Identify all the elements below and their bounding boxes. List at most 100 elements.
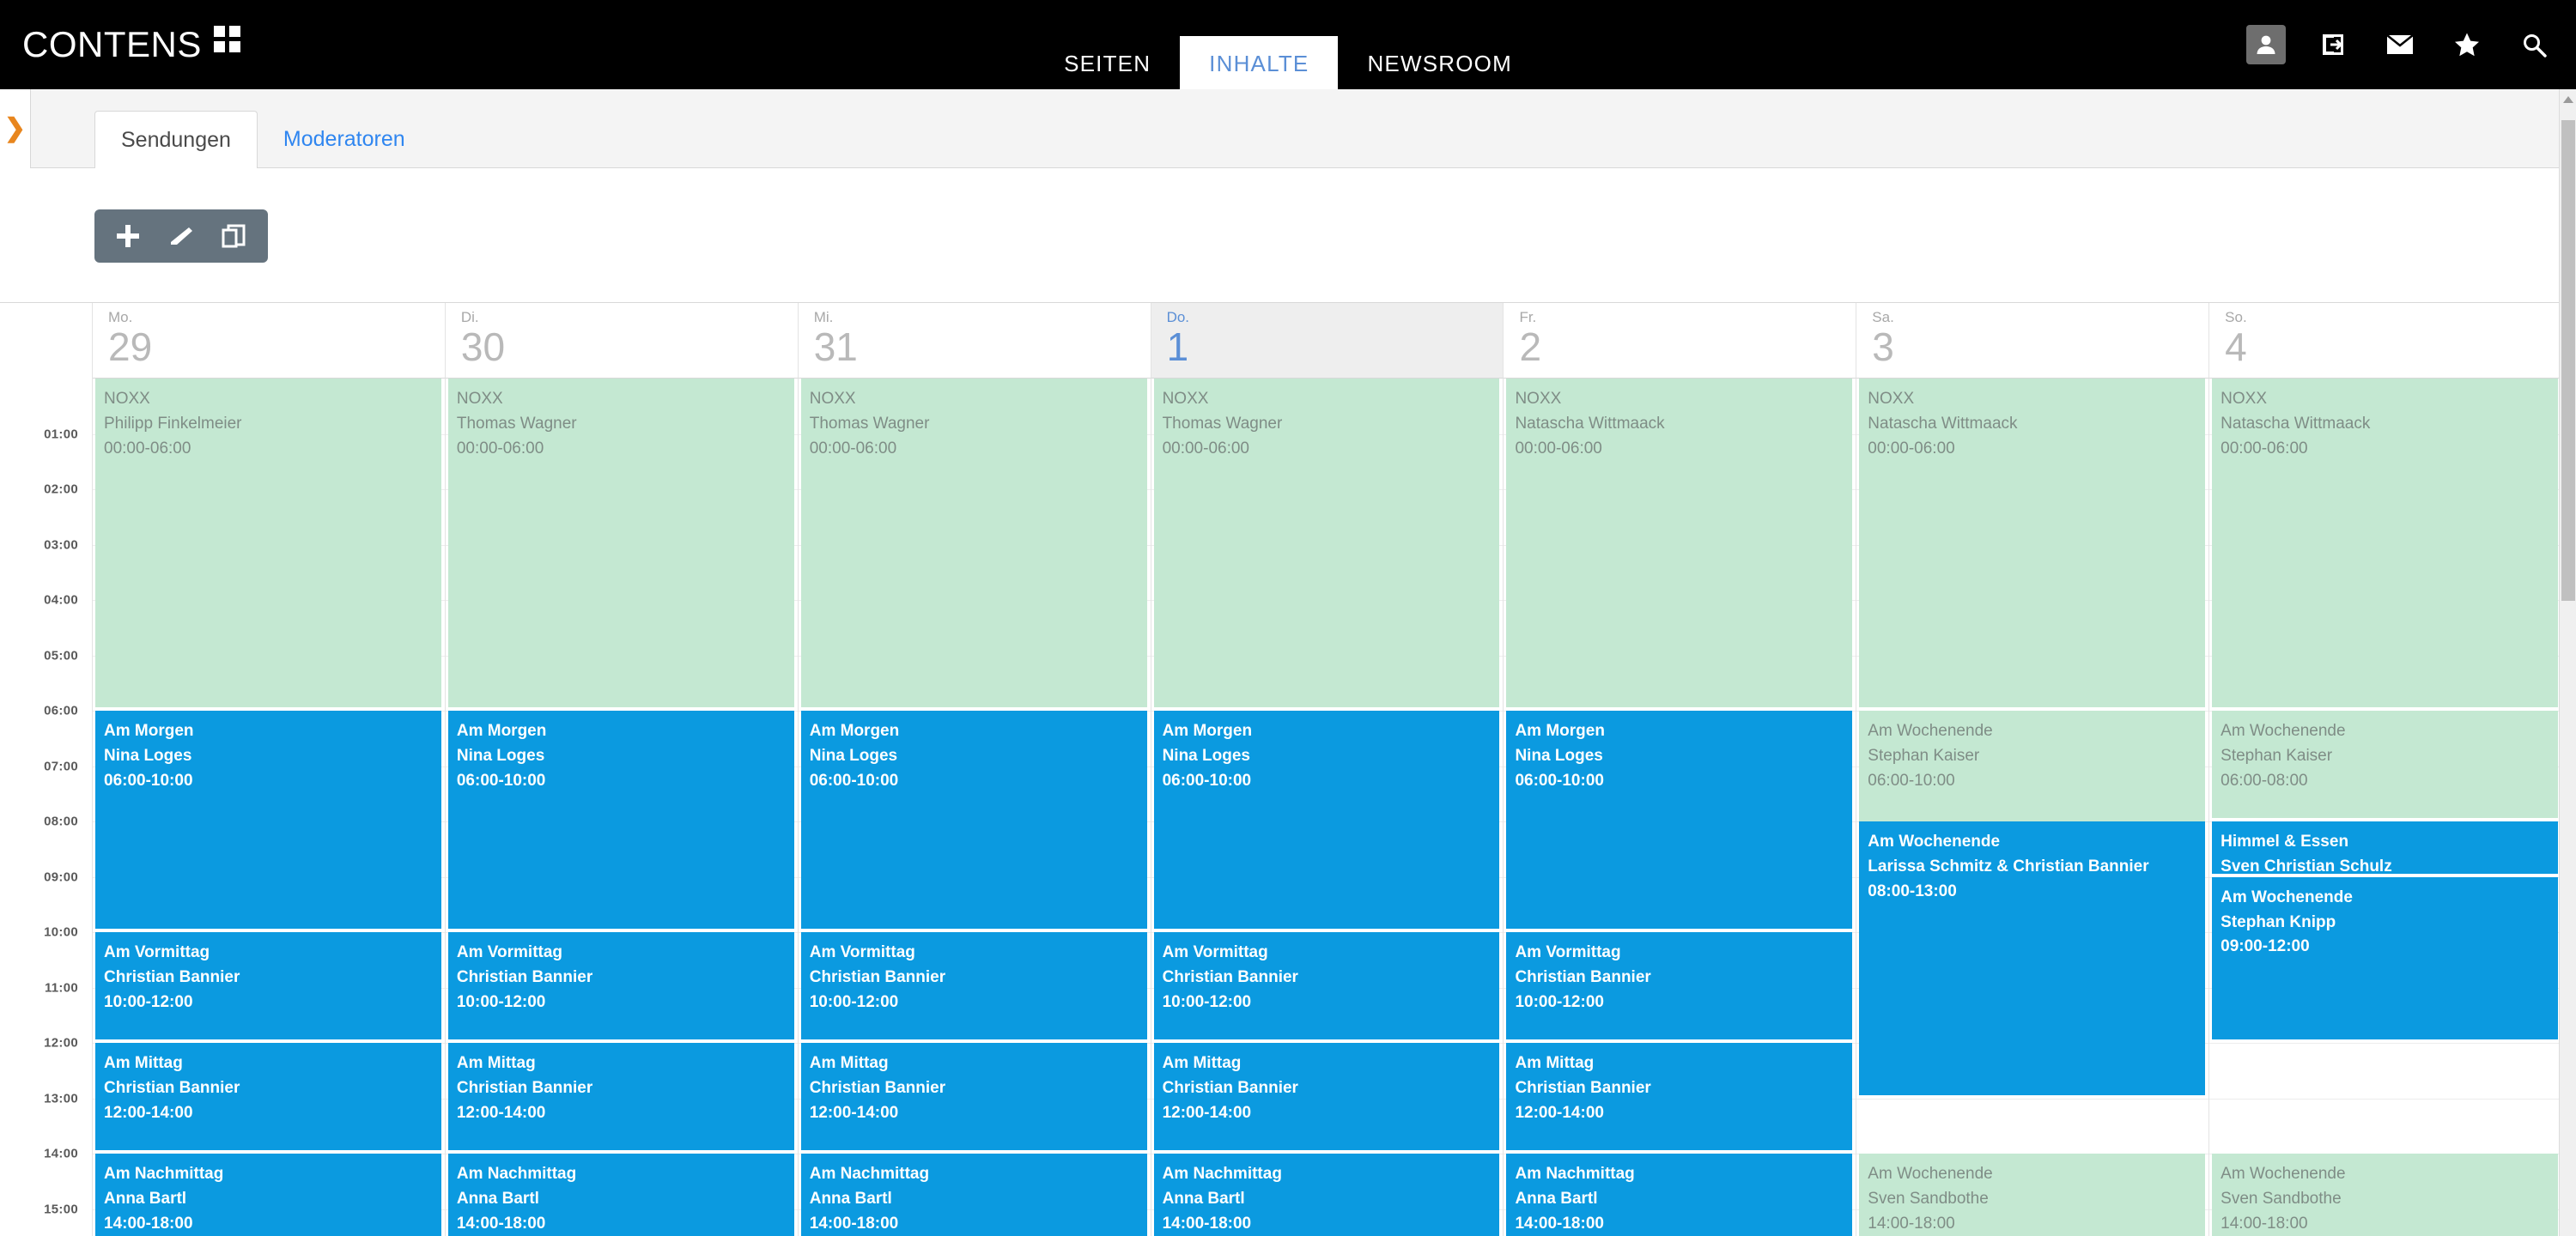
- calendar-event[interactable]: NOXXThomas Wagner00:00-06:00: [801, 379, 1147, 707]
- event-person: Thomas Wagner: [1163, 412, 1500, 437]
- calendar-event[interactable]: Am WochenendeLarissa Schmitz & Christian…: [1859, 821, 2205, 1095]
- calendar-event[interactable]: Am MittagChristian Bannier12:00-14:00: [1506, 1043, 1852, 1150]
- hour-label: 10:00: [44, 925, 78, 940]
- calendar-event[interactable]: Am NachmittagAnna Bartl14:00-18:00: [1154, 1154, 1500, 1236]
- calendar-event[interactable]: Am MittagChristian Bannier12:00-14:00: [448, 1043, 794, 1150]
- day-number: 4: [2225, 326, 2561, 367]
- scrollbar-thumb[interactable]: [2561, 120, 2575, 601]
- calendar-body: 01:0002:0003:0004:0005:0006:0007:0008:00…: [0, 379, 2562, 1236]
- day-header-30[interactable]: Di.30: [446, 303, 799, 379]
- event-title: Am Nachmittag: [457, 1162, 794, 1187]
- mail-icon[interactable]: [2380, 25, 2420, 64]
- calendar-event[interactable]: Am MittagChristian Bannier12:00-14:00: [95, 1043, 441, 1150]
- event-person: Anna Bartl: [1163, 1187, 1500, 1212]
- brand-logo[interactable]: CONTENS: [22, 26, 240, 64]
- action-button-group: [94, 209, 268, 263]
- day-column-29[interactable]: NOXXPhilipp Finkelmeier00:00-06:00Am Mor…: [93, 379, 446, 1236]
- calendar-event[interactable]: Am MorgenNina Loges06:00-10:00: [801, 711, 1147, 929]
- erase-button[interactable]: [156, 211, 206, 261]
- day-number: 3: [1872, 326, 2208, 367]
- day-header-3[interactable]: Sa.3: [1856, 303, 2209, 379]
- calendar-event[interactable]: Am MorgenNina Loges06:00-10:00: [1506, 711, 1852, 929]
- calendar-event[interactable]: NOXXThomas Wagner00:00-06:00: [1154, 379, 1500, 707]
- calendar-event[interactable]: NOXXPhilipp Finkelmeier00:00-06:00: [95, 379, 441, 707]
- user-icon[interactable]: [2246, 25, 2286, 64]
- scroll-up-arrow[interactable]: [2563, 96, 2573, 103]
- event-person: Sven Sandbothe: [1868, 1187, 2205, 1212]
- day-column-2[interactable]: NOXXNatascha Wittmaack00:00-06:00Am Morg…: [1504, 379, 1856, 1236]
- event-time: 14:00-18:00: [1163, 1212, 1500, 1236]
- calendar-event[interactable]: Am VormittagChristian Bannier10:00-12:00: [448, 932, 794, 1039]
- hour-label: 11:00: [45, 980, 78, 995]
- day-column-3[interactable]: NOXXNatascha Wittmaack00:00-06:00 Am Woch…: [1856, 379, 2209, 1236]
- day-header-4[interactable]: So.4: [2209, 303, 2562, 379]
- event-title: Am Morgen: [1515, 719, 1852, 744]
- main-tab-inhalte[interactable]: INHALTE: [1180, 36, 1338, 89]
- event-time: 00:00-06:00: [1515, 437, 1852, 462]
- calendar-event[interactable]: NOXXNatascha Wittmaack00:00-06:00: [1506, 379, 1852, 707]
- calendar-event[interactable]: Am VormittagChristian Bannier10:00-12:00: [1506, 932, 1852, 1039]
- calendar-event[interactable]: Am VormittagChristian Bannier10:00-12:00: [1154, 932, 1500, 1039]
- event-time: 00:00-06:00: [810, 437, 1147, 462]
- day-number: 2: [1519, 326, 1856, 367]
- calendar-event[interactable]: Am MorgenNina Loges06:00-10:00: [95, 711, 441, 929]
- hour-label: 05:00: [44, 648, 78, 663]
- calendar-event[interactable]: Am MittagChristian Bannier12:00-14:00: [801, 1043, 1147, 1150]
- event-person: Natascha Wittmaack: [2221, 412, 2558, 437]
- event-time: 09:00-12:00: [2221, 935, 2558, 960]
- calendar-event[interactable]: Am NachmittagAnna Bartl14:00-18:00: [95, 1154, 441, 1236]
- event-title: Am Vormittag: [1515, 941, 1852, 966]
- day-weekday: Di.: [461, 310, 798, 326]
- day-header-2[interactable]: Fr.2: [1504, 303, 1856, 379]
- calendar-event[interactable]: Am VormittagChristian Bannier10:00-12:00: [95, 932, 441, 1039]
- day-column-4[interactable]: NOXXNatascha Wittmaack00:00-06:00Am Woch…: [2209, 379, 2562, 1236]
- calendar-event[interactable]: Am WochenendeSven Sandbothe14:00-18:00: [2212, 1154, 2558, 1236]
- event-title: NOXX: [104, 387, 441, 412]
- day-number: 29: [108, 326, 445, 367]
- day-header-29[interactable]: Mo.29: [93, 303, 446, 379]
- calendar-event[interactable]: NOXXNatascha Wittmaack00:00-06:00: [2212, 379, 2558, 707]
- time-gutter: 01:0002:0003:0004:0005:0006:0007:0008:00…: [0, 379, 93, 1236]
- event-time: 10:00-12:00: [457, 991, 794, 1015]
- day-column-31[interactable]: NOXXThomas Wagner00:00-06:00Am MorgenNin…: [799, 379, 1151, 1236]
- event-title: NOXX: [1163, 387, 1500, 412]
- calendar-event[interactable]: NOXXThomas Wagner00:00-06:00: [448, 379, 794, 707]
- main-tab-seiten[interactable]: SEITEN: [1035, 36, 1180, 89]
- event-person: Christian Bannier: [457, 966, 794, 991]
- calendar-event[interactable]: Am WochenendeSven Sandbothe14:00-18:00: [1859, 1154, 2205, 1236]
- day-header-1[interactable]: Do.1: [1151, 303, 1504, 379]
- event-time: 00:00-06:00: [104, 437, 441, 462]
- day-header-31[interactable]: Mi.31: [799, 303, 1151, 379]
- search-icon[interactable]: [2514, 25, 2554, 64]
- sub-tab-sendungen[interactable]: Sendungen: [94, 111, 258, 169]
- calendar-event[interactable]: Am VormittagChristian Bannier10:00-12:00: [801, 932, 1147, 1039]
- calendar-event[interactable]: Am NachmittagAnna Bartl14:00-18:00: [1506, 1154, 1852, 1236]
- event-title: Am Wochenende: [1868, 719, 2205, 744]
- event-time: 06:00-10:00: [810, 769, 1147, 794]
- event-title: Am Vormittag: [810, 941, 1147, 966]
- calendar-event[interactable]: Am MittagChristian Bannier12:00-14:00: [1154, 1043, 1500, 1150]
- sub-tab-moderatoren[interactable]: Moderatoren: [258, 110, 431, 168]
- calendar-event[interactable]: Am MorgenNina Loges06:00-10:00: [448, 711, 794, 929]
- copy-button[interactable]: [210, 211, 259, 261]
- add-button[interactable]: [103, 211, 153, 261]
- event-title: NOXX: [457, 387, 794, 412]
- event-person: Sven Christian Schulz: [2221, 855, 2558, 874]
- calendar-event[interactable]: Am WochenendeStephan Knipp09:00-12:00: [2212, 877, 2558, 1040]
- calendar-event[interactable]: Am NachmittagAnna Bartl14:00-18:00: [801, 1154, 1147, 1236]
- calendar-event[interactable]: Am NachmittagAnna Bartl14:00-18:00: [448, 1154, 794, 1236]
- calendar-event[interactable]: Am WochenendeStephan Kaiser06:00-08:00: [2212, 711, 2558, 818]
- main-tab-newsroom[interactable]: NEWSROOM: [1338, 36, 1540, 89]
- calendar-event[interactable]: NOXXNatascha Wittmaack00:00-06:00: [1859, 379, 2205, 707]
- event-time: 14:00-18:00: [810, 1212, 1147, 1236]
- logout-icon[interactable]: [2313, 25, 2353, 64]
- calendar-event[interactable]: Am MorgenNina Loges06:00-10:00: [1154, 711, 1500, 929]
- event-title: NOXX: [1868, 387, 2205, 412]
- sidebar-expand-rail[interactable]: ❯: [0, 89, 31, 168]
- vertical-scrollbar[interactable]: [2559, 89, 2576, 1236]
- day-weekday: Mi.: [814, 310, 1151, 326]
- calendar-event[interactable]: Himmel & EssenSven Christian Schulz08:00…: [2212, 821, 2558, 874]
- star-icon[interactable]: [2447, 25, 2487, 64]
- day-column-30[interactable]: NOXXThomas Wagner00:00-06:00Am MorgenNin…: [446, 379, 799, 1236]
- day-column-1[interactable]: NOXXThomas Wagner00:00-06:00Am MorgenNin…: [1151, 379, 1504, 1236]
